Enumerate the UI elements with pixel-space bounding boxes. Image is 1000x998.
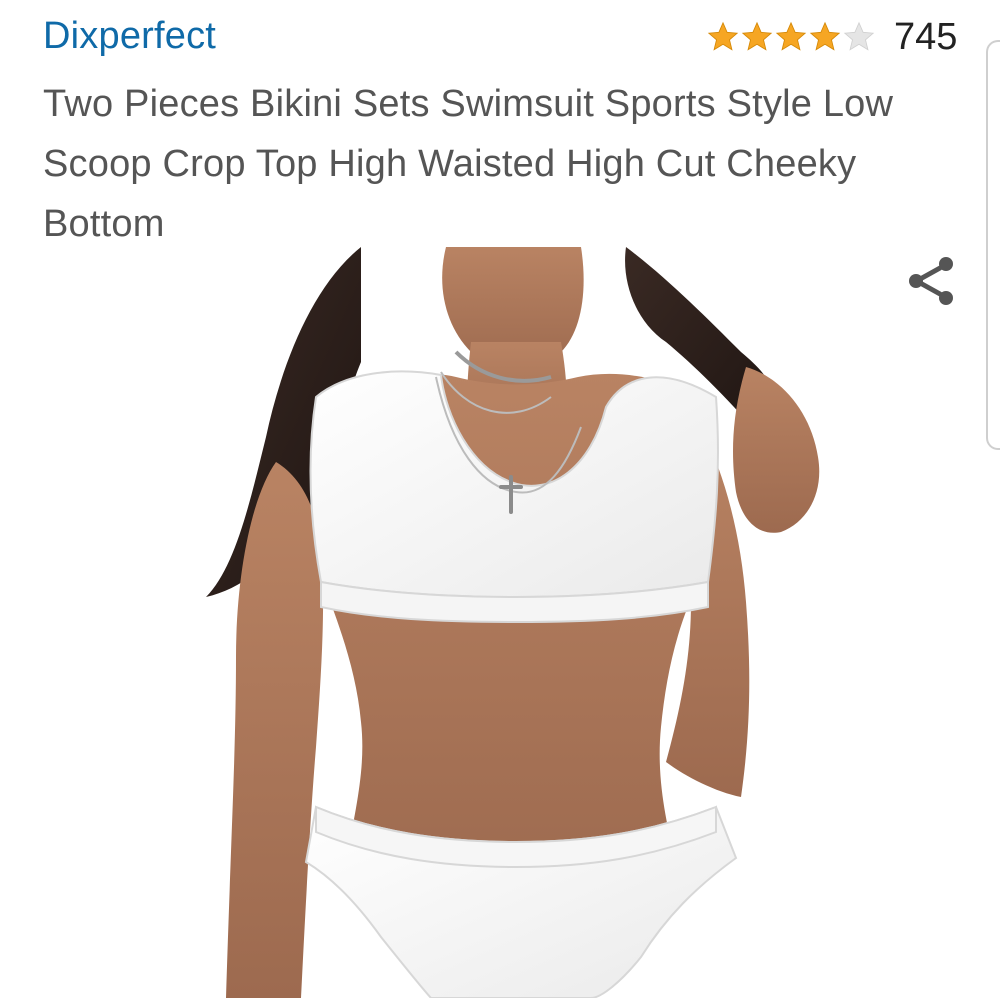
scroll-edge[interactable] <box>986 40 1000 450</box>
share-button[interactable] <box>900 250 962 312</box>
rating-summary[interactable]: 745 <box>706 14 957 60</box>
star-filled-icon <box>808 20 842 54</box>
star-filled-icon <box>706 20 740 54</box>
product-title: Two Pieces Bikini Sets Swimsuit Sports S… <box>43 83 894 245</box>
star-rating <box>706 20 876 54</box>
star-empty-icon <box>842 20 876 54</box>
brand-link[interactable]: Dixperfect <box>43 14 216 60</box>
review-count[interactable]: 745 <box>894 18 957 56</box>
star-filled-icon <box>774 20 808 54</box>
share-icon <box>909 257 953 305</box>
star-filled-icon <box>740 20 774 54</box>
product-image[interactable] <box>196 247 836 998</box>
bikini-model-illustration <box>196 247 836 998</box>
